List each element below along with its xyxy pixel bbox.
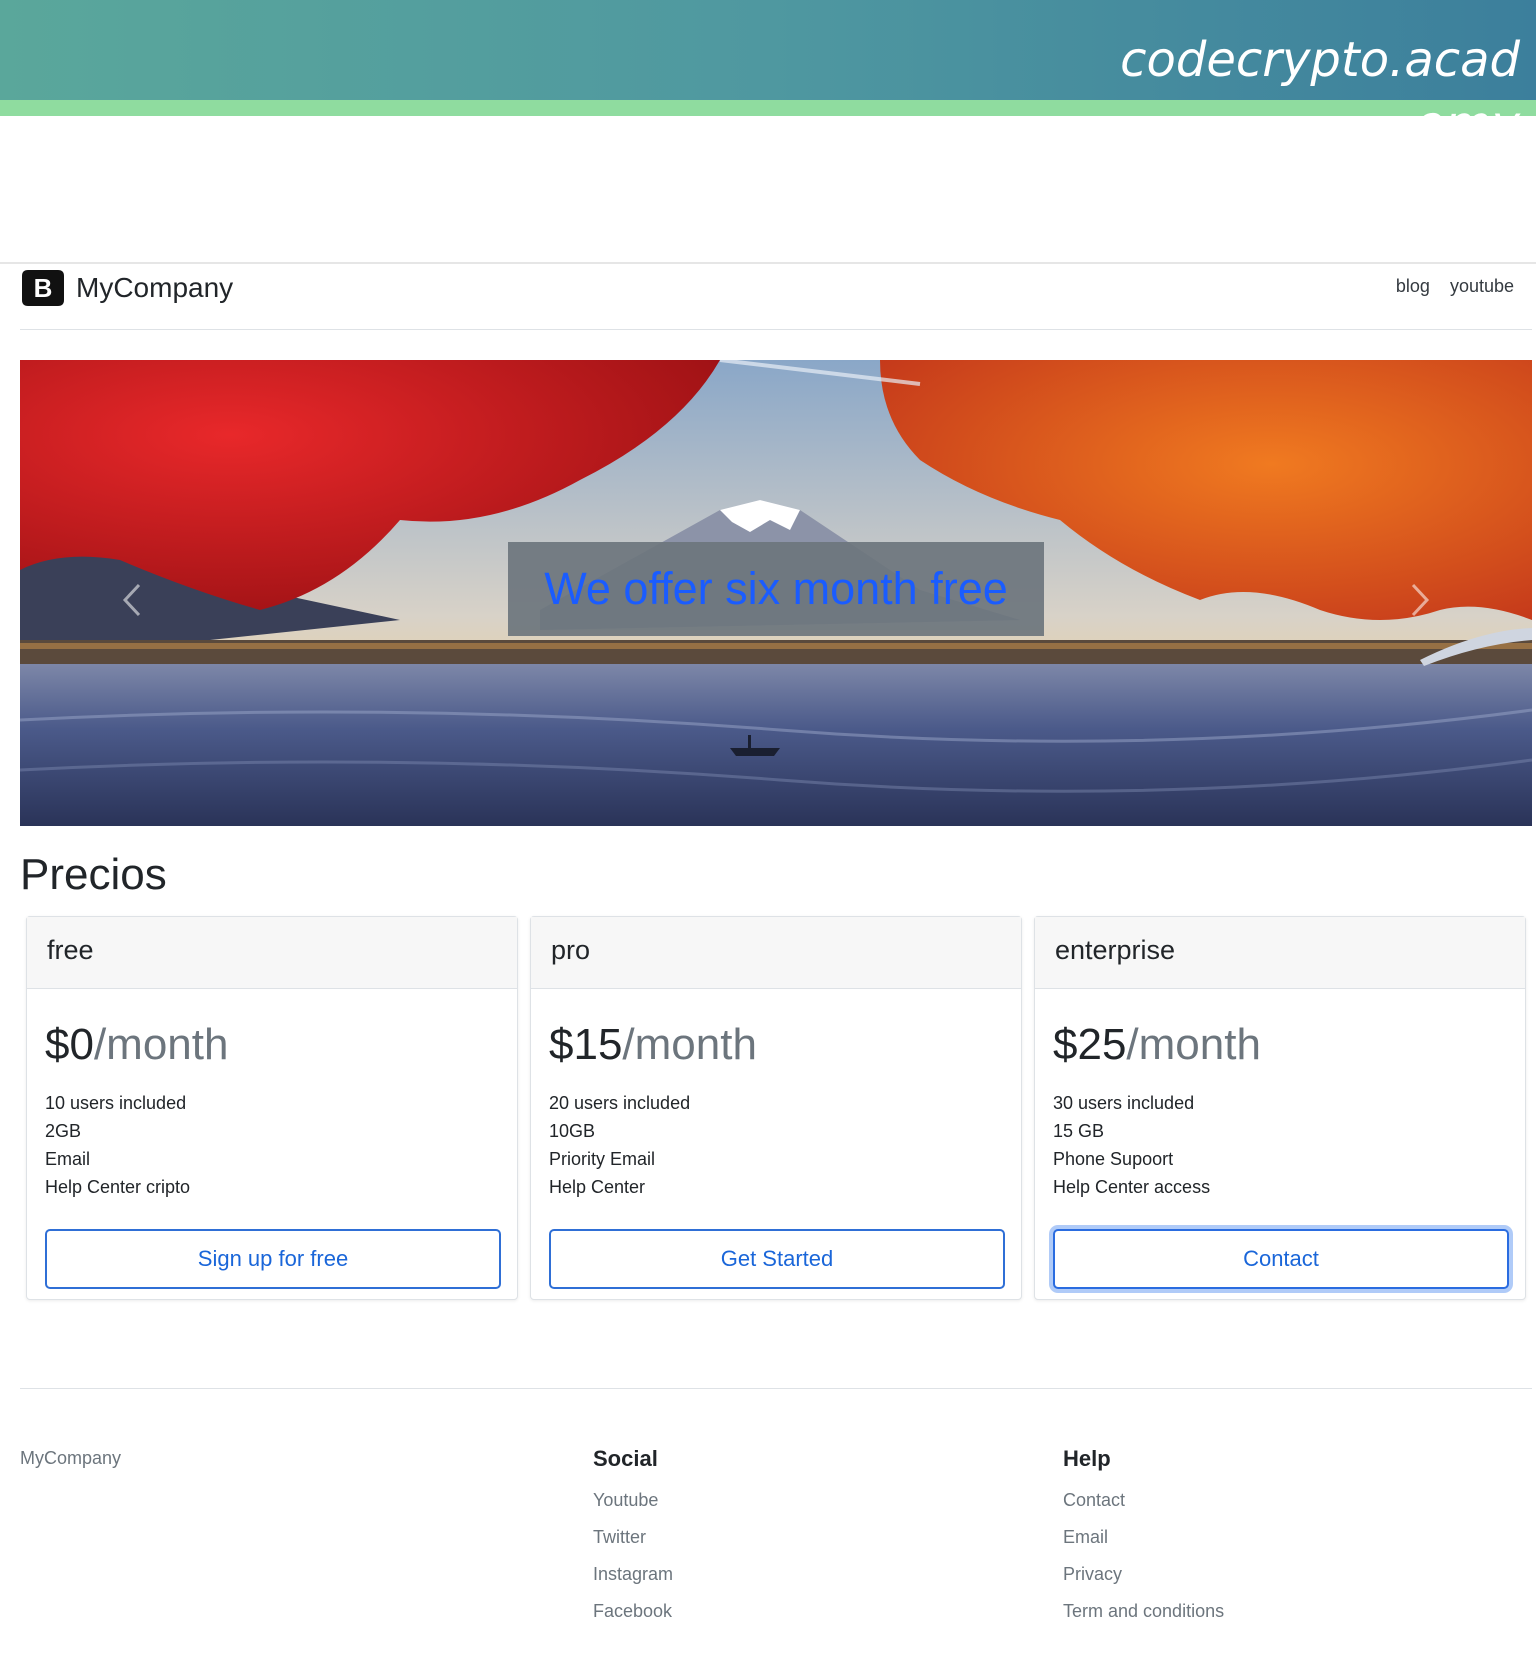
footer-link-facebook[interactable]: Facebook — [593, 1593, 673, 1630]
plan-features: 10 users included 2GB Email Help Center … — [45, 1089, 499, 1201]
feature-item: 2GB — [45, 1121, 82, 1141]
header-nav: blog youtube — [1396, 276, 1514, 297]
feature-item: Help Center access — [1053, 1177, 1211, 1197]
feature-item: 15 GB — [1053, 1121, 1105, 1141]
feature-item: Phone Supoort — [1053, 1149, 1174, 1169]
footer-link-instagram[interactable]: Instagram — [593, 1556, 673, 1593]
price-amount: $0 — [45, 1020, 94, 1069]
footer-link-contact[interactable]: Contact — [1063, 1482, 1224, 1519]
footer-link-privacy[interactable]: Privacy — [1063, 1556, 1224, 1593]
footer-social-title: Social — [593, 1446, 658, 1471]
feature-item: Email — [45, 1149, 91, 1169]
footer-social-column: Social Youtube Twitter Instagram Faceboo… — [593, 1446, 673, 1630]
feature-item: Help Center cripto — [45, 1177, 191, 1197]
chevron-left-icon — [122, 583, 141, 617]
banner-brand-text: codecrypto.academy — [1120, 32, 1520, 152]
footer-help-column: Help Contact Email Privacy Term and cond… — [1063, 1446, 1224, 1630]
contact-button[interactable]: Contact — [1053, 1229, 1509, 1289]
feature-item: Help Center — [549, 1177, 646, 1197]
hero-caption-text: We offer six month free — [544, 563, 1008, 614]
plan-features: 20 users included 10GB Priority Email He… — [549, 1089, 1003, 1201]
footer-divider — [20, 1388, 1532, 1389]
feature-item: 30 users included — [1053, 1093, 1195, 1113]
brand-logo-icon[interactable]: B — [20, 268, 66, 308]
feature-item: 10 users included — [45, 1093, 187, 1113]
get-started-button[interactable]: Get Started — [549, 1229, 1005, 1289]
footer-link-email[interactable]: Email — [1063, 1519, 1224, 1556]
plan-name: enterprise — [1035, 917, 1525, 989]
site-header: B MyCompany blog youtube — [20, 264, 1532, 330]
price-period: /month — [622, 1020, 757, 1069]
plan-name: free — [27, 917, 517, 989]
pricing-title: Precios — [20, 850, 167, 899]
hero-caption: We offer six month free — [508, 542, 1044, 636]
footer-link-twitter[interactable]: Twitter — [593, 1519, 673, 1556]
price-amount: $25 — [1053, 1020, 1127, 1069]
carousel-prev-button[interactable] — [102, 560, 162, 640]
price-period: /month — [93, 1020, 229, 1069]
plan-card-enterprise: enterprise $25/month 30 users included 1… — [1034, 916, 1526, 1300]
feature-item: Priority Email — [549, 1149, 656, 1169]
feature-item: 10GB — [549, 1121, 596, 1141]
plan-card-free: free $0/month 10 users included 2GB Emai… — [26, 916, 518, 1300]
hero-carousel: We offer six month free — [20, 360, 1532, 826]
sign-up-button[interactable]: Sign up for free — [45, 1229, 501, 1289]
footer-brand: MyCompany — [20, 1448, 122, 1468]
logo-letter: B — [34, 273, 53, 303]
plan-name: pro — [531, 917, 1021, 989]
footer-link-terms[interactable]: Term and conditions — [1063, 1593, 1224, 1630]
price-amount: $15 — [549, 1020, 623, 1069]
plan-price: $15/month — [549, 1019, 1003, 1071]
footer-link-youtube[interactable]: Youtube — [593, 1482, 673, 1519]
plan-price: $0/month — [45, 1019, 499, 1071]
nav-link-blog[interactable]: blog — [1396, 276, 1430, 297]
chevron-right-icon — [1411, 583, 1430, 617]
carousel-next-button[interactable] — [1390, 560, 1450, 640]
price-period: /month — [1126, 1020, 1261, 1069]
feature-item: 20 users included — [549, 1093, 691, 1113]
plan-price: $25/month — [1053, 1019, 1507, 1071]
plan-features: 30 users included 15 GB Phone Supoort He… — [1053, 1089, 1507, 1201]
plan-card-pro: pro $15/month 20 users included 10GB Pri… — [530, 916, 1022, 1300]
brand-name[interactable]: MyCompany — [76, 272, 233, 304]
footer-help-title: Help — [1063, 1446, 1111, 1471]
nav-link-youtube[interactable]: youtube — [1450, 276, 1514, 297]
